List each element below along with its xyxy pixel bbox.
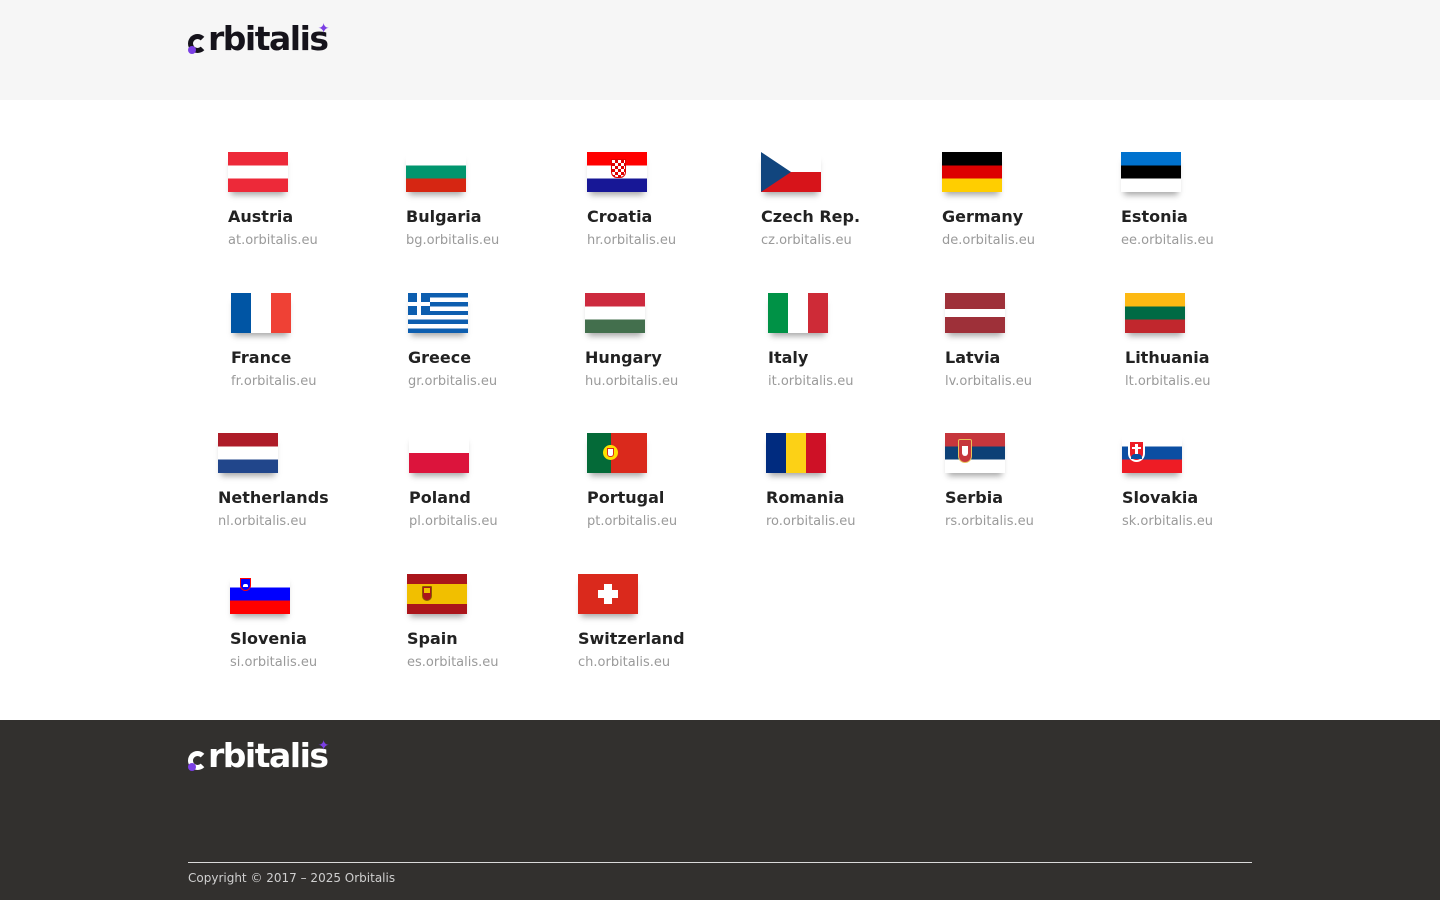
country-link-italy[interactable]: Italy it.orbitalis.eu <box>768 293 853 391</box>
country-link-bulgaria[interactable]: Bulgaria bg.orbitalis.eu <box>406 152 499 250</box>
slovenia-flag-icon <box>230 574 290 614</box>
hungary-flag-icon <box>585 293 645 333</box>
country-name: Poland <box>409 488 471 507</box>
country-link-spain[interactable]: Spain es.orbitalis.eu <box>407 574 499 672</box>
logo-sparkle-icon: ✦ <box>317 738 330 754</box>
country-domain: cz.orbitalis.eu <box>761 233 852 248</box>
logo-orbit-icon <box>188 34 207 54</box>
country-link-romania[interactable]: Romania ro.orbitalis.eu <box>766 433 856 531</box>
footer-logo[interactable]: rbitalis ✦ <box>188 736 330 775</box>
logo-text: rbitalis <box>208 19 329 58</box>
country-domain: es.orbitalis.eu <box>407 655 499 670</box>
country-domain: rs.orbitalis.eu <box>945 514 1034 529</box>
country-link-slovakia[interactable]: Slovakia sk.orbitalis.eu <box>1122 433 1213 531</box>
country-link-switzerland[interactable]: Switzerland ch.orbitalis.eu <box>578 574 685 672</box>
country-name: Austria <box>228 207 294 226</box>
serbia-flag-icon <box>945 433 1005 473</box>
country-link-netherlands[interactable]: Netherlands nl.orbitalis.eu <box>218 433 329 531</box>
country-link-latvia[interactable]: Latvia lv.orbitalis.eu <box>945 293 1032 391</box>
country-name: Lithuania <box>1125 348 1210 367</box>
logo-text: rbitalis <box>208 736 329 775</box>
portugal-flag-icon <box>587 433 647 473</box>
switzerland-flag-icon <box>578 574 638 614</box>
country-name: Romania <box>766 488 845 507</box>
country-name: Hungary <box>585 348 662 367</box>
country-domain: at.orbitalis.eu <box>228 233 318 248</box>
country-name: Estonia <box>1121 207 1188 226</box>
country-domain: ch.orbitalis.eu <box>578 655 671 670</box>
austria-flag-icon <box>228 152 288 192</box>
logo-sparkle-icon: ✦ <box>317 21 330 37</box>
france-flag-icon <box>231 293 291 333</box>
slovakia-flag-icon <box>1122 433 1182 473</box>
site-header: rbitalis ✦ <box>0 0 1440 100</box>
footer-divider <box>188 862 1252 863</box>
country-domain: lt.orbitalis.eu <box>1125 374 1211 389</box>
country-domain: si.orbitalis.eu <box>230 655 318 670</box>
country-link-greece[interactable]: Greece gr.orbitalis.eu <box>408 293 497 391</box>
country-name: Spain <box>407 629 458 648</box>
country-name: Netherlands <box>218 488 329 507</box>
country-name: Czech Rep. <box>761 207 861 226</box>
country-link-austria[interactable]: Austria at.orbitalis.eu <box>228 152 318 250</box>
estonia-flag-icon <box>1121 152 1181 192</box>
country-domain: it.orbitalis.eu <box>768 374 854 389</box>
country-domain: pt.orbitalis.eu <box>587 514 678 529</box>
croatia-flag-icon <box>587 152 647 192</box>
country-domain: fr.orbitalis.eu <box>231 374 317 389</box>
country-name: Bulgaria <box>406 207 482 226</box>
country-name: Switzerland <box>578 629 685 648</box>
country-link-hungary[interactable]: Hungary hu.orbitalis.eu <box>585 293 678 391</box>
country-link-germany[interactable]: Germany de.orbitalis.eu <box>942 152 1035 250</box>
germany-flag-icon <box>942 152 1002 192</box>
country-name: Portugal <box>587 488 665 507</box>
spain-flag-icon <box>407 574 467 614</box>
country-domain: bg.orbitalis.eu <box>406 233 500 248</box>
country-domain: nl.orbitalis.eu <box>218 514 307 529</box>
country-domain: gr.orbitalis.eu <box>408 374 498 389</box>
header-logo[interactable]: rbitalis ✦ <box>188 19 330 58</box>
country-link-serbia[interactable]: Serbia rs.orbitalis.eu <box>945 433 1034 531</box>
country-domain: ee.orbitalis.eu <box>1121 233 1214 248</box>
country-name: Germany <box>942 207 1024 226</box>
site-footer: rbitalis ✦ Copyright © 2017 – 2025 Orbit… <box>0 720 1440 900</box>
country-link-estonia[interactable]: Estonia ee.orbitalis.eu <box>1121 152 1214 250</box>
romania-flag-icon <box>766 433 826 473</box>
greece-flag-icon <box>408 293 468 333</box>
country-name: France <box>231 348 292 367</box>
latvia-flag-icon <box>945 293 1005 333</box>
country-name: Italy <box>768 348 809 367</box>
country-name: Slovenia <box>230 629 307 648</box>
country-name: Croatia <box>587 207 653 226</box>
country-link-france[interactable]: France fr.orbitalis.eu <box>231 293 316 391</box>
country-link-lithuania[interactable]: Lithuania lt.orbitalis.eu <box>1125 293 1210 391</box>
lithuania-flag-icon <box>1125 293 1185 333</box>
country-domain: lv.orbitalis.eu <box>945 374 1033 389</box>
italy-flag-icon <box>768 293 828 333</box>
country-domain: hu.orbitalis.eu <box>585 374 679 389</box>
country-domain: de.orbitalis.eu <box>942 233 1035 248</box>
country-name: Greece <box>408 348 472 367</box>
country-link-slovenia[interactable]: Slovenia si.orbitalis.eu <box>230 574 317 672</box>
netherlands-flag-icon <box>218 433 278 473</box>
country-link-poland[interactable]: Poland pl.orbitalis.eu <box>409 433 498 531</box>
country-domain: pl.orbitalis.eu <box>409 514 498 529</box>
country-domain: sk.orbitalis.eu <box>1122 514 1214 529</box>
country-domain: hr.orbitalis.eu <box>587 233 677 248</box>
country-link-croatia[interactable]: Croatia hr.orbitalis.eu <box>587 152 676 250</box>
country-name: Slovakia <box>1122 488 1199 507</box>
czech-republic-flag-icon <box>761 152 821 192</box>
country-domain: ro.orbitalis.eu <box>766 514 856 529</box>
logo-orbit-icon <box>188 751 207 771</box>
country-link-portugal[interactable]: Portugal pt.orbitalis.eu <box>587 433 677 531</box>
copyright-text: Copyright © 2017 – 2025 Orbitalis <box>188 871 396 885</box>
poland-flag-icon <box>409 433 469 473</box>
country-name: Latvia <box>945 348 1001 367</box>
country-link-czech-republic[interactable]: Czech Rep. cz.orbitalis.eu <box>761 152 860 250</box>
bulgaria-flag-icon <box>406 152 466 192</box>
country-name: Serbia <box>945 488 1003 507</box>
